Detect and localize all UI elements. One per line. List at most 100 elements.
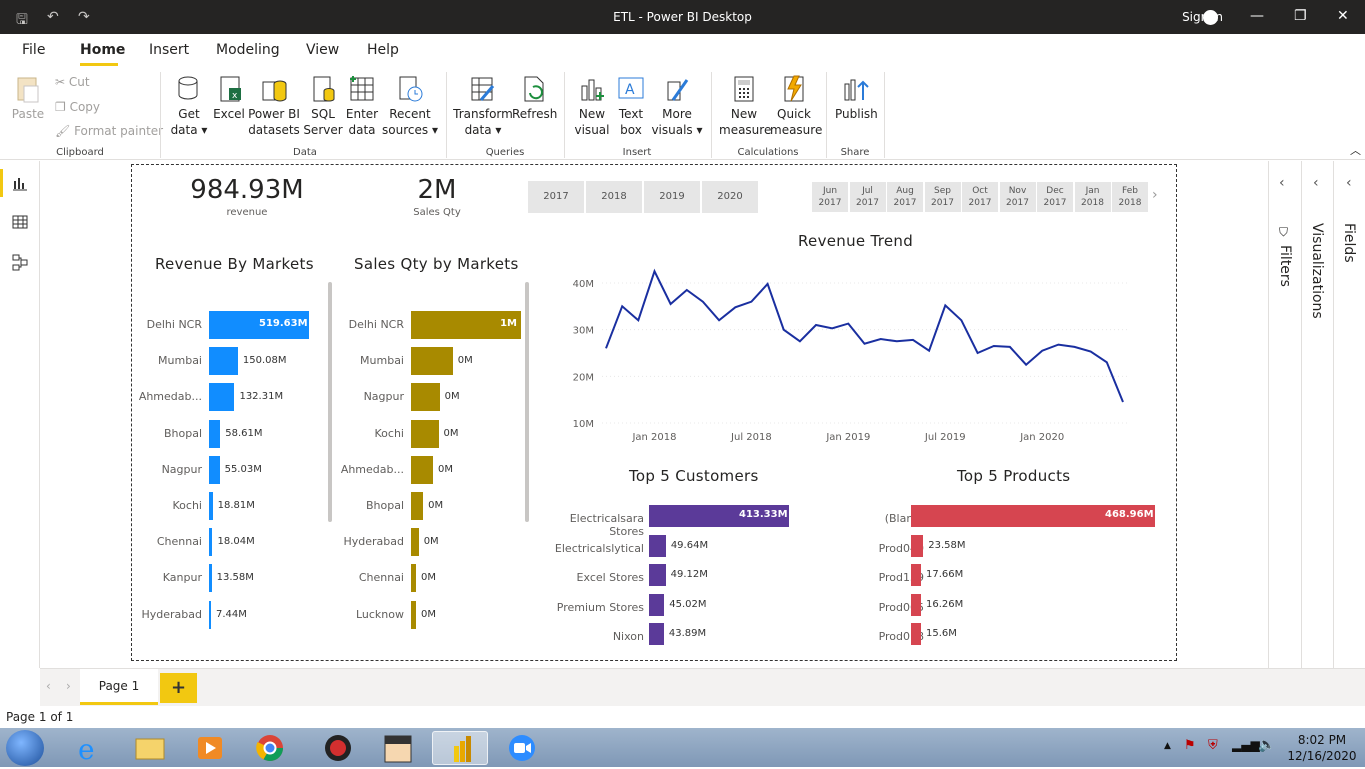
more-visuals-button[interactable]: More visuals ▾ [650, 74, 704, 138]
close-icon[interactable]: ✕ [1337, 8, 1349, 24]
power-bi-taskbar-icon[interactable] [432, 731, 488, 765]
data-view-icon[interactable] [12, 214, 28, 230]
report-view-icon[interactable] [12, 175, 28, 191]
month-slicer-item[interactable]: Nov2017 [1000, 182, 1036, 212]
minimize-icon[interactable]: — [1250, 8, 1264, 24]
volume-icon[interactable]: 🔈 [1258, 737, 1275, 753]
tab-insert[interactable]: Insert [149, 42, 189, 58]
text-box-button[interactable]: A Text box [614, 74, 648, 138]
collapse-ribbon-icon[interactable]: ︿ [1350, 142, 1361, 158]
new-visual-button[interactable]: New visual [572, 74, 612, 138]
maximize-icon[interactable]: ❐ [1294, 8, 1307, 24]
app-icon[interactable] [372, 731, 424, 765]
visualizations-expand-icon[interactable]: ‹ [1313, 175, 1319, 191]
y-tick-label: 10M [573, 419, 594, 430]
get-data-button[interactable]: Get data ▾ [168, 74, 210, 138]
sql-server-button[interactable]: SQL Server [303, 74, 343, 138]
month-slicer-item[interactable]: Aug2017 [887, 182, 923, 212]
bar [209, 528, 212, 556]
bar-category-label: Bhopal [328, 499, 404, 512]
tab-modeling[interactable]: Modeling [216, 42, 280, 58]
paste-button[interactable]: Paste [8, 74, 48, 122]
year-slicer-item[interactable]: 2020 [702, 181, 758, 213]
publish-button[interactable]: Publish [835, 74, 875, 122]
internet-explorer-icon[interactable]: e [64, 731, 116, 765]
action-center-icon[interactable]: ⚑ [1184, 738, 1196, 753]
transform-data-button[interactable]: Transform data ▾ [453, 74, 513, 138]
year-slicer-item[interactable]: 2018 [586, 181, 642, 213]
bar-category-label: Electricalslytical [534, 542, 644, 555]
month-slicer-item[interactable]: Sep2017 [925, 182, 961, 212]
refresh-button[interactable]: Refresh [512, 74, 556, 122]
windows-taskbar: e ▲ ⚑ ⛨ ▂▄▆ 🔈 8:02 PM 12/16/2020 [0, 728, 1365, 767]
bar [649, 623, 664, 645]
month-slicer-item[interactable]: Jun2017 [812, 182, 848, 212]
ribbon-divider [160, 72, 161, 158]
new-measure-button[interactable]: New measure [719, 74, 769, 138]
sales-qty-value: 2M [372, 175, 502, 205]
new-visual-icon [578, 74, 606, 104]
bar [911, 594, 921, 616]
next-page-icon[interactable]: › [66, 679, 71, 693]
month-slicer-item[interactable]: Feb2018 [1112, 182, 1148, 212]
tab-home[interactable]: Home [80, 42, 125, 58]
bar-category-label: Ahmedab... [328, 463, 404, 476]
cut-button[interactable]: ✂ Cut [55, 74, 90, 90]
month-slicer-item[interactable]: Jul2017 [850, 182, 886, 212]
page-tab[interactable]: Page 1 [80, 669, 158, 705]
zoom-icon[interactable] [496, 731, 548, 765]
text-box-label: Text box [619, 107, 643, 137]
chevron-right-icon[interactable]: › [1152, 187, 1158, 203]
show-hidden-icons[interactable]: ▲ [1164, 741, 1171, 751]
bar-category-label: Kochi [132, 499, 202, 512]
x-tick-label: Jul 2018 [730, 432, 772, 443]
model-view-icon[interactable] [12, 253, 28, 271]
filters-expand-icon[interactable]: ‹ [1279, 175, 1285, 191]
sales-qty-card[interactable]: 2M Sales Qty [372, 175, 502, 218]
fields-pane-label[interactable]: Fields [1341, 223, 1357, 263]
copy-button[interactable]: ❐ Copy [55, 99, 100, 115]
month-slicer-item[interactable]: Dec2017 [1037, 182, 1073, 212]
year-slicer-item[interactable]: 2017 [528, 181, 584, 213]
app-icon[interactable] [312, 731, 364, 765]
revenue-card[interactable]: 984.93M revenue [182, 175, 312, 218]
top5-customers-title: Top 5 Customers [629, 467, 759, 485]
month-slicer-item[interactable]: Oct2017 [962, 182, 998, 212]
revenue-trend-chart[interactable]: 40M30M20M10MJan 2018Jul 2018Jan 2019Jul … [532, 260, 1152, 445]
enter-data-button[interactable]: Enter data [345, 74, 379, 138]
account-avatar-icon[interactable] [1203, 10, 1218, 25]
quick-measure-button[interactable]: Quick measure [770, 74, 818, 138]
bar-category-label: Excel Stores [534, 571, 644, 584]
network-icon[interactable]: ▂▄▆ [1232, 738, 1260, 752]
year-slicer-item[interactable]: 2019 [644, 181, 700, 213]
ribbon-divider [884, 72, 885, 158]
publish-icon [841, 74, 869, 104]
bar-data-label: 468.96M [1105, 509, 1151, 520]
media-player-icon[interactable] [184, 731, 236, 765]
start-button[interactable] [6, 730, 44, 766]
active-view-indicator [0, 169, 3, 197]
recent-sources-button[interactable]: Recent sources ▾ [381, 74, 439, 138]
tab-file[interactable]: File [22, 42, 45, 58]
clock[interactable]: 8:02 PM 12/16/2020 [1283, 732, 1361, 764]
month-slicer-item[interactable]: Jan2018 [1075, 182, 1111, 212]
month-slicer-month: Aug [887, 185, 923, 197]
y-tick-label: 20M [573, 372, 594, 383]
tab-view[interactable]: View [306, 42, 339, 58]
excel-button[interactable]: x Excel [212, 74, 246, 122]
visualizations-pane-label[interactable]: Visualizations [1309, 223, 1325, 319]
filters-pane-label[interactable]: Filters [1277, 245, 1293, 287]
format-painter-button[interactable]: 🖌 Format painter [55, 123, 163, 139]
chrome-icon[interactable] [244, 731, 296, 765]
add-page-button[interactable]: + [160, 673, 197, 703]
pane-divider [1333, 161, 1334, 668]
chevron-down-icon: ▾ [693, 123, 703, 137]
tab-help[interactable]: Help [367, 42, 399, 58]
file-explorer-icon[interactable] [124, 731, 176, 765]
fields-expand-icon[interactable]: ‹ [1346, 175, 1352, 191]
security-icon[interactable]: ⛨ [1208, 738, 1218, 753]
qty-chart-scrollbar[interactable] [525, 282, 529, 522]
prev-page-icon[interactable]: ‹ [46, 679, 51, 693]
bar-category-label: Hyderabad [132, 608, 202, 621]
power-bi-datasets-button[interactable]: Power BI datasets [248, 74, 300, 138]
